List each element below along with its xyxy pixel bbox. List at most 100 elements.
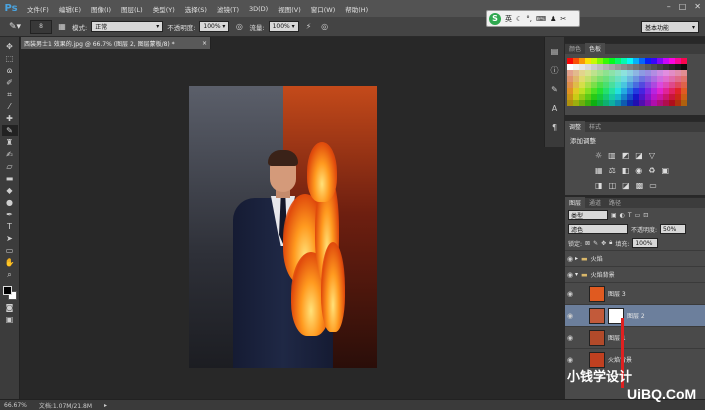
selective-color-icon[interactable]: ▩ bbox=[636, 181, 644, 190]
menu-3d[interactable]: 3D(D) bbox=[244, 5, 273, 13]
shape-tool-icon[interactable]: ▭ bbox=[2, 245, 18, 256]
eye-icon[interactable]: ◉ bbox=[565, 255, 575, 263]
menu-filter[interactable]: 滤镜(T) bbox=[212, 4, 244, 14]
lock-all-icon[interactable]: 🔒︎ bbox=[609, 239, 612, 247]
eye-icon[interactable]: ◉ bbox=[565, 271, 575, 279]
menu-layer[interactable]: 图层(L) bbox=[116, 4, 148, 14]
swatch-cell[interactable] bbox=[681, 100, 687, 106]
blur-tool-icon[interactable]: ◆ bbox=[2, 185, 18, 196]
levels-icon[interactable]: ▥ bbox=[608, 151, 616, 160]
history-brush-tool-icon[interactable]: ✍ bbox=[2, 149, 18, 160]
eyedropper-tool-icon[interactable]: ⁄ bbox=[2, 101, 18, 112]
invert-icon[interactable]: ◨ bbox=[595, 181, 603, 190]
opacity-input[interactable]: 100% ▾ bbox=[199, 21, 230, 32]
filter-type-icon[interactable]: T bbox=[628, 212, 632, 219]
pressure-size-icon[interactable]: ◎ bbox=[319, 21, 331, 33]
quick-select-tool-icon[interactable]: ✐ bbox=[2, 77, 18, 88]
hand-tool-icon[interactable]: ✋ bbox=[2, 257, 18, 268]
layer-row[interactable]: ◉ 图层 1 bbox=[565, 326, 705, 348]
color-swatches[interactable] bbox=[2, 285, 18, 301]
blend-mode-select[interactable]: 滤色 bbox=[568, 224, 628, 234]
ime-language[interactable]: 英 bbox=[505, 14, 512, 24]
properties-panel-icon[interactable]: ⓘ bbox=[548, 64, 561, 77]
character-panel-icon[interactable]: A bbox=[548, 102, 561, 115]
color-lookup-icon[interactable]: ▣ bbox=[661, 166, 669, 175]
brush-size-picker[interactable]: 8 bbox=[30, 19, 52, 34]
mode-select[interactable]: 正常 ▾ bbox=[91, 21, 164, 32]
user-icon[interactable]: ♟ bbox=[550, 15, 556, 23]
layer-opacity-input[interactable]: 50% bbox=[660, 224, 687, 234]
menu-window[interactable]: 窗口(W) bbox=[306, 4, 341, 14]
minimize-icon[interactable]: – bbox=[667, 2, 671, 11]
pen-tool-icon[interactable]: ✒ bbox=[2, 209, 18, 220]
moon-icon[interactable]: ☾ bbox=[516, 15, 522, 23]
posterize-icon[interactable]: ◫ bbox=[609, 181, 617, 190]
lasso-tool-icon[interactable]: ɷ bbox=[2, 65, 18, 76]
menu-view[interactable]: 视图(V) bbox=[273, 4, 306, 14]
menu-file[interactable]: 文件(F) bbox=[22, 4, 54, 14]
brush-preset-icon[interactable]: ✎▾ bbox=[4, 20, 26, 34]
screen-mode-icon[interactable]: ▣ bbox=[2, 314, 18, 325]
lock-position-icon[interactable]: ✥ bbox=[601, 240, 606, 247]
eye-icon[interactable]: ◉ bbox=[565, 334, 575, 342]
dodge-tool-icon[interactable]: ● bbox=[2, 197, 18, 208]
status-arrow-icon[interactable]: ▸ bbox=[104, 402, 107, 409]
layer-row[interactable]: ◉ ▾ ▬ 火焰背景 bbox=[565, 266, 705, 282]
hue-saturation-icon[interactable]: ▦ bbox=[595, 166, 603, 175]
filter-shape-icon[interactable]: ▭ bbox=[635, 212, 641, 219]
layer-row[interactable]: ◉ ▸ ▬ 火焰 bbox=[565, 250, 705, 266]
tab-styles[interactable]: 样式 bbox=[585, 121, 605, 132]
layer-row-selected[interactable]: ◉ 图层 2 bbox=[565, 304, 705, 326]
vibrance-icon[interactable]: ▽ bbox=[649, 151, 655, 160]
channel-mixer-icon[interactable]: ♻ bbox=[648, 166, 655, 175]
maximize-icon[interactable]: □ bbox=[679, 2, 687, 11]
brush-panel-icon[interactable]: ▦ bbox=[56, 21, 68, 33]
tab-adjustments[interactable]: 调整 bbox=[565, 121, 586, 132]
filter-pixel-icon[interactable]: ▣ bbox=[611, 212, 617, 219]
path-select-tool-icon[interactable]: ➤ bbox=[2, 233, 18, 244]
quick-mask-icon[interactable]: ◙ bbox=[2, 302, 18, 313]
crop-tool-icon[interactable]: ⌗ bbox=[2, 89, 18, 100]
photo-filter-icon[interactable]: ◉ bbox=[635, 166, 642, 175]
flow-input[interactable]: 100% ▾ bbox=[268, 21, 299, 32]
move-tool-icon[interactable]: ✥ bbox=[2, 41, 18, 52]
menu-type[interactable]: 类型(Y) bbox=[148, 4, 180, 14]
brush-panel-icon[interactable]: ✎ bbox=[548, 83, 561, 96]
fill-input[interactable]: 100% bbox=[632, 238, 659, 248]
tab-paths[interactable]: 路径 bbox=[605, 197, 625, 208]
marquee-tool-icon[interactable]: ⬚ bbox=[2, 53, 18, 64]
tab-color[interactable]: 颜色 bbox=[565, 43, 585, 54]
expand-arrow-icon[interactable]: ▸ bbox=[575, 255, 578, 262]
tab-layers[interactable]: 图层 bbox=[565, 197, 586, 208]
clone-stamp-tool-icon[interactable]: ♜ bbox=[2, 137, 18, 148]
gradient-map-icon[interactable]: ▭ bbox=[649, 181, 657, 190]
punctuation-icon[interactable]: °, bbox=[526, 15, 532, 23]
layer-kind-filter[interactable]: 类型 bbox=[568, 210, 608, 220]
brightness-icon[interactable]: ☼ bbox=[595, 151, 602, 160]
airbrush-icon[interactable]: ⚡ bbox=[303, 21, 315, 33]
eye-icon[interactable]: ◉ bbox=[565, 312, 575, 320]
foreground-color-swatch[interactable] bbox=[2, 286, 12, 295]
eye-icon[interactable]: ◉ bbox=[565, 356, 575, 364]
exposure-icon[interactable]: ◪ bbox=[635, 151, 643, 160]
paragraph-panel-icon[interactable]: ¶ bbox=[548, 121, 561, 134]
canvas-area[interactable] bbox=[21, 49, 544, 399]
color-balance-icon[interactable]: ⚖ bbox=[609, 166, 616, 175]
eye-icon[interactable]: ◉ bbox=[565, 290, 575, 298]
layer-row[interactable]: ◉ 图层 3 bbox=[565, 282, 705, 304]
type-tool-icon[interactable]: T bbox=[2, 221, 18, 232]
curves-icon[interactable]: ◩ bbox=[622, 151, 630, 160]
lock-transparency-icon[interactable]: ⊠ bbox=[585, 240, 590, 247]
zoom-level[interactable]: 66.67% bbox=[4, 402, 27, 409]
lock-image-icon[interactable]: ✎ bbox=[593, 240, 598, 247]
menu-edit[interactable]: 编辑(E) bbox=[54, 4, 86, 14]
keyboard-icon[interactable]: ⌨ bbox=[536, 15, 546, 23]
filter-smart-icon[interactable]: ⊡ bbox=[643, 212, 648, 219]
pressure-opacity-icon[interactable]: ◎ bbox=[233, 21, 245, 33]
threshold-icon[interactable]: ◪ bbox=[622, 181, 630, 190]
brush-tool-icon[interactable]: ✎ bbox=[1, 125, 18, 136]
menu-image[interactable]: 图像(I) bbox=[86, 4, 116, 14]
close-tab-icon[interactable]: × bbox=[202, 40, 207, 47]
expand-arrow-icon[interactable]: ▾ bbox=[575, 271, 578, 278]
tools-icon[interactable]: ✂ bbox=[560, 15, 566, 23]
